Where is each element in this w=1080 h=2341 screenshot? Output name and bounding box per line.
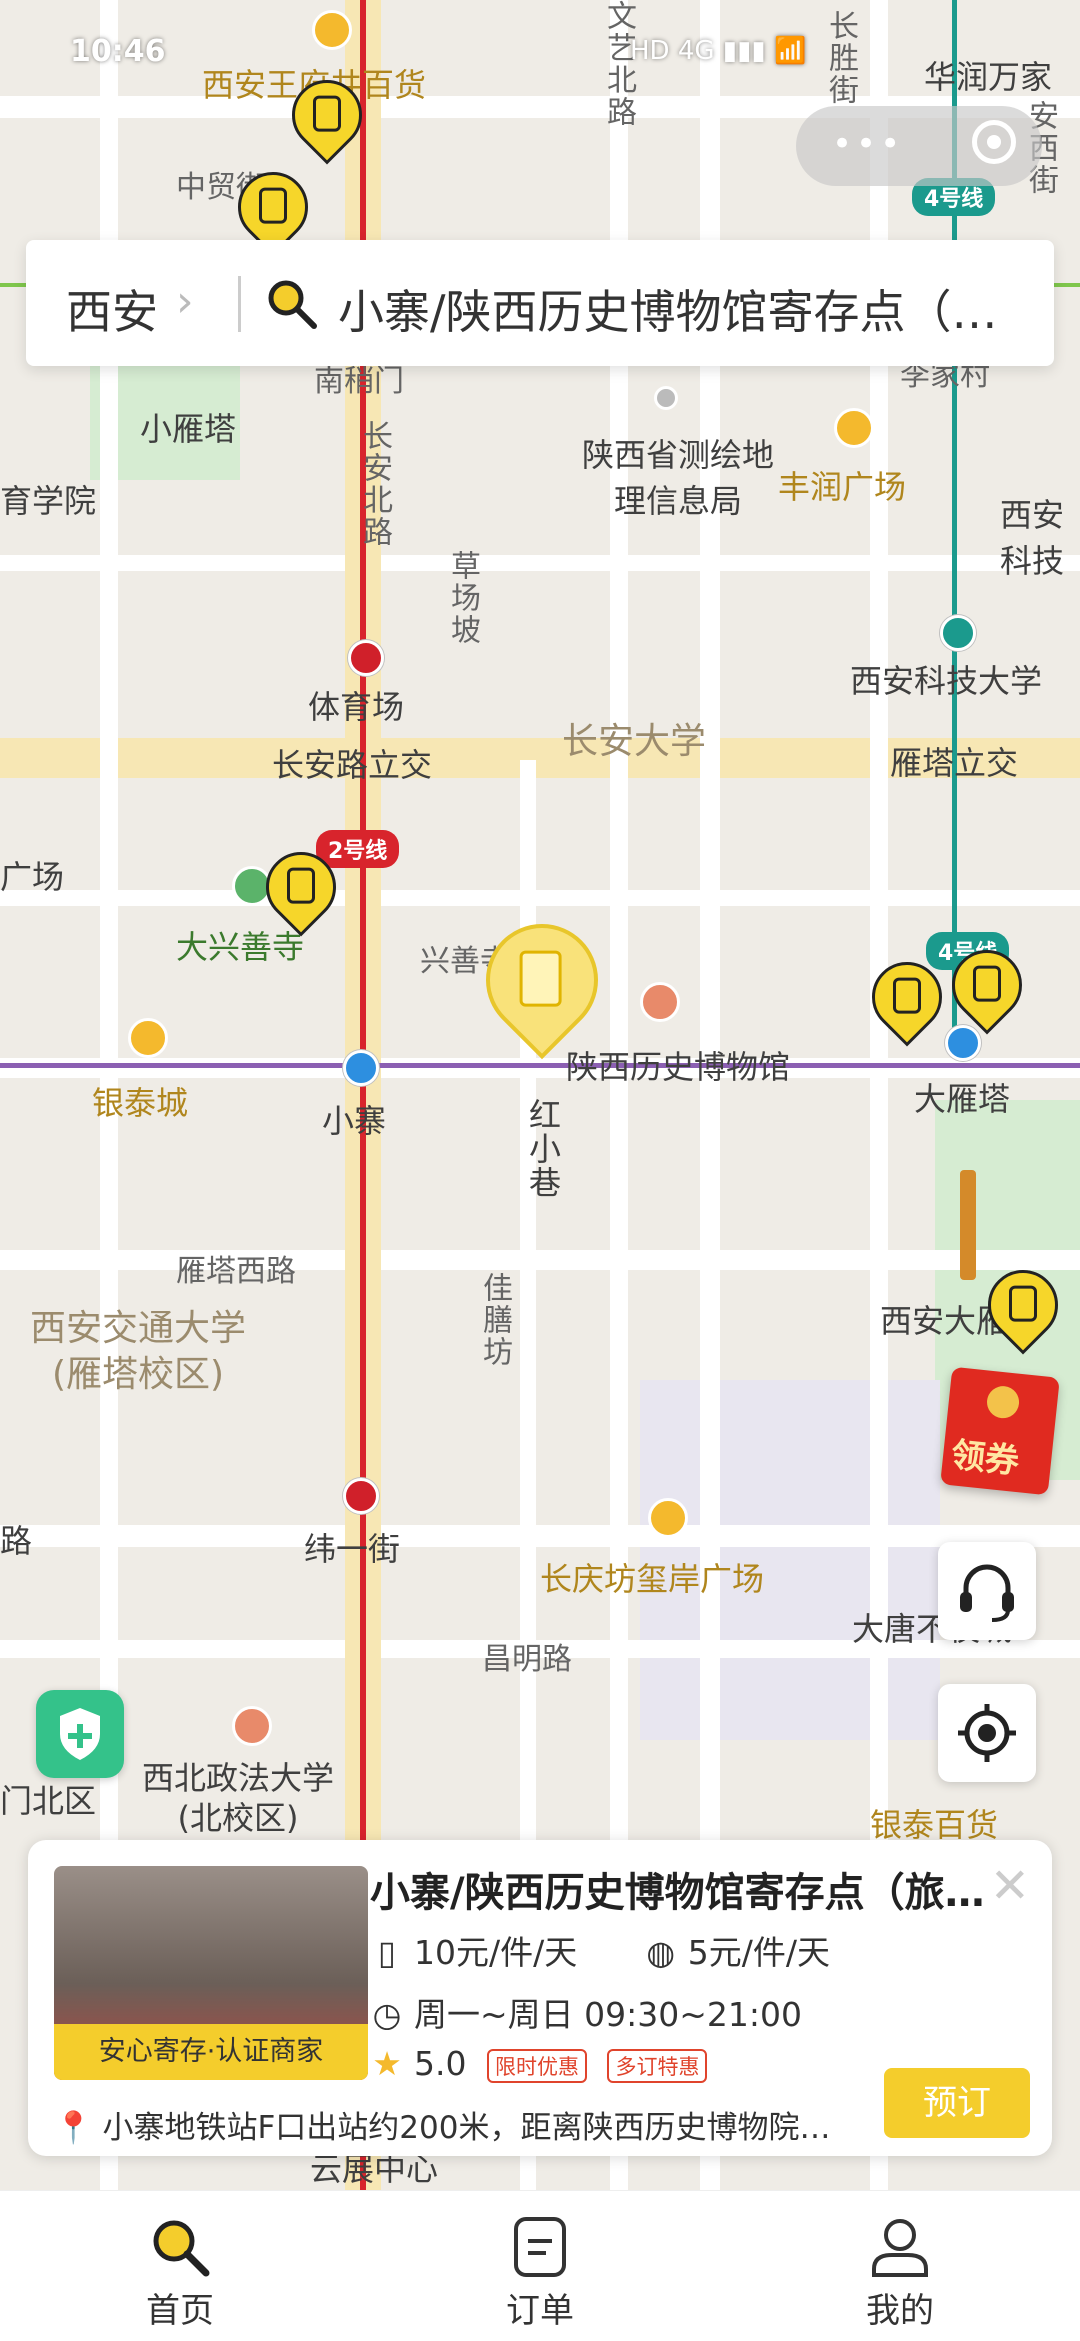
map-label: 佳膳坊 — [477, 1272, 512, 1368]
more-menu-button[interactable]: ••• — [832, 124, 904, 164]
line-badge: 2号线 — [316, 830, 400, 868]
profile-icon — [872, 2219, 928, 2277]
status-bar: 10:46 HD 4G ▮▮▮ 📶 — [0, 0, 1080, 100]
safety-shield-button[interactable] — [36, 1690, 124, 1778]
location-pin-icon: 📍 — [54, 2110, 93, 2146]
rating-row: ★ 5.0 限时优惠 多订特惠 — [370, 2044, 708, 2083]
miniprogram-capsule: ••• — [796, 106, 1042, 186]
search-input[interactable]: 小寨/陕西历史博物馆寄存点（… — [338, 276, 1038, 342]
map-label: 西安交通大学 (雁塔校区) — [30, 1308, 247, 1395]
tab-orders[interactable]: 订单 — [360, 2191, 720, 2341]
poi-dot-icon — [654, 386, 678, 410]
tab-label: 首页 — [146, 2291, 214, 2331]
map-label: 长安大学 — [562, 721, 707, 762]
map-label: 长庆坊玺岸广场 — [540, 1560, 765, 1598]
star-icon: ★ — [372, 2044, 402, 2083]
close-miniprogram-button[interactable] — [972, 120, 1016, 164]
museum-icon[interactable] — [640, 982, 680, 1022]
map-label: 西安科技大学 — [850, 662, 1043, 700]
map-label: 长安北路 — [357, 420, 392, 548]
store-title: 小寨/陕西历史博物馆寄存点（旅… — [370, 1870, 985, 1916]
order-icon — [514, 2217, 566, 2277]
status-time: 10:46 — [70, 34, 166, 69]
hours-row: ◷ 周一~周日 09:30~21:00 — [370, 1988, 802, 2036]
customer-service-button[interactable] — [938, 1542, 1036, 1640]
map-label: 西安科技 — [1000, 496, 1065, 580]
close-card-button[interactable]: ✕ — [990, 1858, 1030, 1914]
tab-profile[interactable]: 我的 — [720, 2191, 1080, 2341]
price-small: 5元/件/天 — [687, 1933, 830, 1972]
map-label: 丰润广场 — [778, 468, 907, 506]
coupon-button[interactable]: 领券 — [940, 1366, 1060, 1496]
price-row: ▯ 10元/件/天 ◍ 5元/件/天 — [370, 1926, 830, 1974]
store-photo[interactable]: 安心寄存·认证商家 — [54, 1866, 368, 2080]
bottom-tab-bar: 首页 订单 我的 — [0, 2190, 1080, 2341]
pagoda-icon — [960, 1170, 976, 1280]
search-icon — [153, 2220, 210, 2277]
map-label: 昌明路 — [482, 1642, 572, 1677]
coupon-label: 领券 — [949, 1435, 1021, 1483]
rating-value: 5.0 — [414, 2044, 467, 2083]
address-text: 小寨地铁站F口出站约200米，距离陕西历史博物院… — [102, 2110, 831, 2146]
metro-station-icon[interactable] — [343, 1478, 379, 1514]
map-label: 小寨 — [322, 1102, 387, 1140]
search-icon — [268, 280, 317, 329]
backpack-icon: ◍ — [646, 1933, 676, 1972]
poi-icon[interactable] — [834, 408, 874, 448]
certified-badge: 安心寄存·认证商家 — [54, 2024, 368, 2080]
map-label: 育学院 — [0, 482, 97, 520]
metro-line-3 — [0, 1063, 1080, 1068]
city-selector[interactable]: 西安 — [66, 276, 158, 342]
university-icon[interactable] — [232, 1706, 272, 1746]
map-label: 银泰城 — [92, 1084, 189, 1122]
tab-label: 订单 — [506, 2291, 574, 2331]
poi-icon[interactable] — [128, 1018, 168, 1058]
map-label: 草场坡 — [445, 550, 480, 646]
map-label: 西北政法大学 (北校区) — [142, 1759, 335, 1837]
map-label: 大雁塔 — [914, 1080, 1011, 1118]
map-label: 路 — [0, 1522, 33, 1560]
map-label: 广场 — [0, 858, 65, 896]
clock-icon: ◷ — [372, 1995, 402, 2034]
coupon-seal-icon — [985, 1384, 1021, 1420]
search-bar: 西安 › 小寨/陕西历史博物馆寄存点（… — [26, 240, 1054, 366]
map-label: 纬一街 — [304, 1530, 401, 1568]
suitcase-icon: ▯ — [377, 1933, 397, 1972]
map-label: 体育场 — [308, 688, 405, 726]
status-signals: HD 4G ▮▮▮ 📶 — [630, 36, 807, 66]
tab-home[interactable]: 首页 — [0, 2191, 360, 2341]
metro-station-icon[interactable] — [348, 640, 384, 676]
tab-label: 我的 — [866, 2291, 934, 2331]
map-label: 雁塔西路 — [176, 1254, 296, 1289]
map-label: 小雁塔 — [140, 410, 237, 448]
map-label: 长安路立交 — [272, 746, 433, 784]
map-label: 红小巷 — [524, 1098, 562, 1200]
shield-icon — [60, 1708, 100, 1760]
locate-icon — [958, 1704, 1016, 1762]
promo-tag: 限时优惠 — [486, 2048, 587, 2083]
price-large: 10元/件/天 — [414, 1933, 578, 1972]
map-label: 门北区 — [0, 1782, 97, 1820]
metro-station-icon[interactable] — [940, 615, 976, 651]
poi-icon[interactable] — [648, 1498, 688, 1538]
metro-transfer-icon[interactable] — [343, 1050, 379, 1086]
divider — [238, 276, 241, 332]
map-label: 大兴善寺 — [176, 928, 305, 966]
store-address: 📍 小寨地铁站F口出站约200米，距离陕西历史博物院… — [54, 2102, 894, 2147]
book-button[interactable]: 预订 — [884, 2068, 1030, 2138]
map-label: 雁塔立交 — [890, 744, 1019, 782]
storage-detail-card[interactable]: 安心寄存·认证商家 小寨/陕西历史博物馆寄存点（旅… ✕ ▯ 10元/件/天 ◍ 5… — [28, 1840, 1052, 2156]
map-label: 陕西省测绘地理信息局 — [581, 436, 774, 520]
opening-hours: 周一~周日 09:30~21:00 — [414, 1995, 802, 2034]
locate-me-button[interactable] — [938, 1684, 1036, 1782]
headset-icon — [960, 1564, 1014, 1622]
chevron-right-icon: › — [176, 276, 194, 327]
metro-transfer-icon[interactable] — [945, 1025, 981, 1061]
promo-tag: 多订特惠 — [607, 2048, 708, 2083]
map-label: 陕西历史博物馆 — [566, 1048, 791, 1086]
